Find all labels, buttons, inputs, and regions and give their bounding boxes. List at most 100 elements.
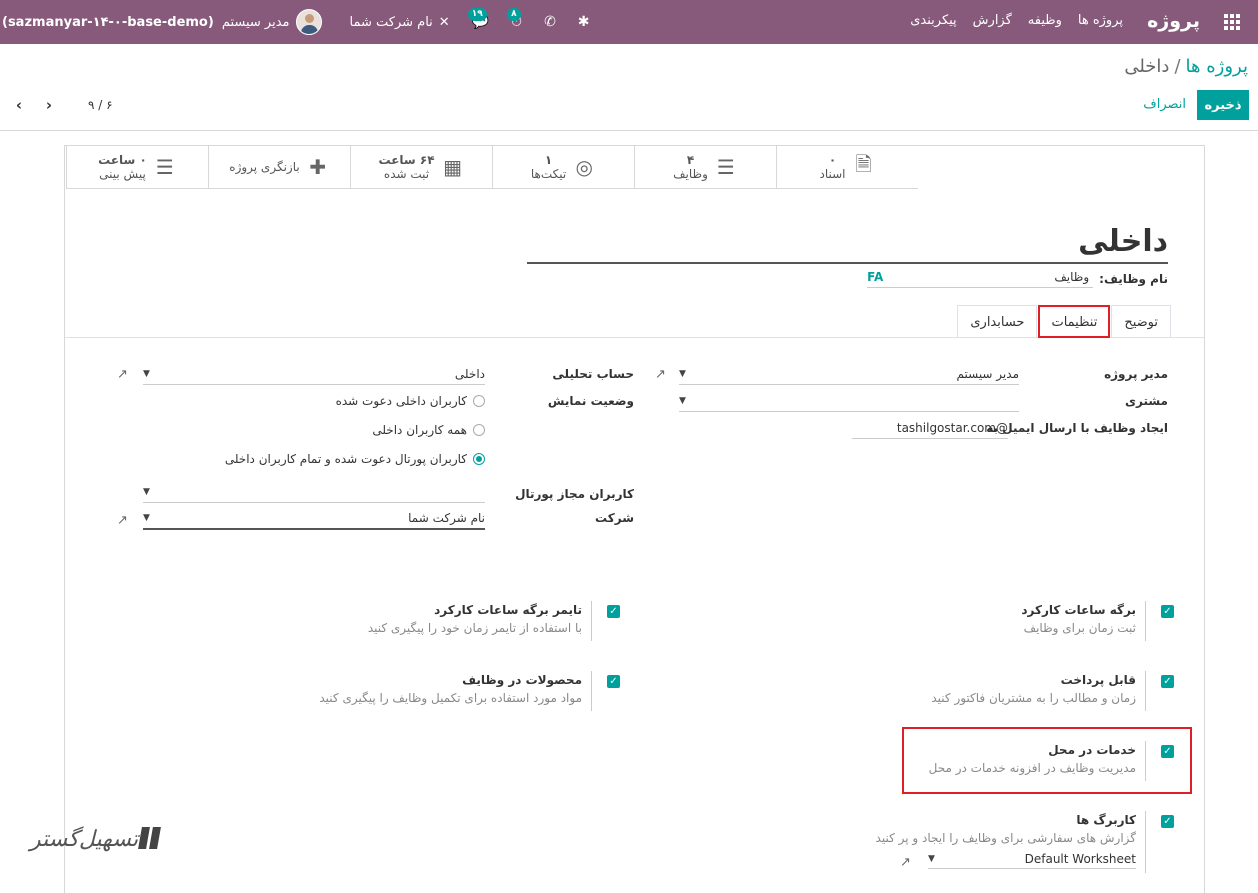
setting-title: برگه ساعات کارکرد xyxy=(1021,603,1136,617)
analytic-account-label: حساب تحلیلی xyxy=(552,367,634,381)
chevron-down-icon: ▼ xyxy=(679,368,686,379)
external-link-icon[interactable]: ↗ xyxy=(117,367,128,382)
project-manager-select[interactable]: مدیر سیستم ▼ xyxy=(679,363,1019,385)
portal-users-select[interactable]: ▼ xyxy=(143,481,485,503)
stat-value: ۴ xyxy=(686,153,695,167)
chevron-down-icon: ▼ xyxy=(143,486,150,497)
field-service-highlight xyxy=(902,727,1192,794)
tools-icon: ✕ xyxy=(438,14,450,30)
tasks-name-input[interactable]: وظایف FA xyxy=(867,270,1094,288)
visibility-option-all-internal[interactable]: همه کاربران داخلی xyxy=(372,423,485,437)
stat-button-tasks[interactable]: ☰ ۴ وظایف xyxy=(634,146,776,189)
tab-accounting[interactable]: حسابداری xyxy=(957,305,1038,338)
customer-select[interactable]: ▼ xyxy=(679,390,1019,412)
stat-button-timesheets[interactable]: ▦ ۶۴ ساعت ثبت شده xyxy=(350,146,492,189)
customer-label: مشتری xyxy=(1124,394,1168,408)
setting-title: قابل پرداخت xyxy=(1060,673,1136,687)
project-name-field[interactable]: داخلی xyxy=(527,224,1168,264)
checkbox-checked[interactable]: ✓ xyxy=(1161,605,1174,618)
external-link-icon[interactable]: ↗ xyxy=(655,367,666,382)
setting-timesheets: ✓ برگه ساعات کارکرد ثبت زمان برای وظایف xyxy=(914,601,1174,643)
stat-value: ۶۴ ساعت xyxy=(378,153,435,167)
save-button[interactable]: ذخیره xyxy=(1197,90,1249,120)
setting-title: کاربرگ ها xyxy=(1076,813,1136,827)
company-label: شرکت xyxy=(595,511,634,525)
document-icon: 🗎 xyxy=(855,152,872,176)
activity-clock-icon[interactable]: ⏱ ۸ xyxy=(507,8,522,30)
company-select[interactable]: نام شرکت شما ▼ xyxy=(143,508,485,530)
stat-button-box: 🗎 ۰ اسناد ☰ ۴ وظایف ◎ ۱ تیکت‌ها ▦ ۶۴ ساعت ثب… xyxy=(65,146,1204,189)
breadcrumb-current: داخلی xyxy=(1124,56,1170,77)
checkbox-checked[interactable]: ✓ xyxy=(1161,815,1174,828)
radio-button[interactable] xyxy=(473,424,485,436)
stat-value: ۱ xyxy=(544,153,553,167)
setting-timesheet-timer: ✓ تایمر برگه ساعات کارکرد با استفاده از … xyxy=(320,601,620,643)
app-brand[interactable]: پروژه xyxy=(1147,10,1200,32)
setting-description: زمان و مطالب را به مشتریان فاکتور کنید xyxy=(931,691,1136,705)
breadcrumb-projects[interactable]: پروژه ها xyxy=(1186,56,1248,77)
top-navbar: پروژه پروژه ها وظیفه گزارش پیکربندی (saz… xyxy=(0,0,1258,44)
watermark-logo-icon xyxy=(138,827,162,851)
discard-button[interactable]: انصراف xyxy=(1143,90,1186,120)
stat-label: بازنگری پروژه xyxy=(229,160,300,174)
setting-description: مواد مورد استفاده برای تکمیل وظایف را پی… xyxy=(319,691,582,705)
pager-previous-button[interactable]: ‹ xyxy=(8,95,30,115)
pager-value[interactable]: ۹ / ۶ xyxy=(88,98,113,112)
company-switcher[interactable]: نام شرکت شما ✕ xyxy=(350,15,450,30)
visibility-option-portal[interactable]: کاربران پورتال دعوت شده و تمام کاربران د… xyxy=(225,452,485,466)
stat-button-tickets[interactable]: ◎ ۱ تیکت‌ها xyxy=(492,146,634,189)
main-menu: پروژه ها وظیفه گزارش پیکربندی xyxy=(910,13,1123,28)
watermark: تسهیل‌گستر xyxy=(30,825,170,865)
messages-icon[interactable]: 💬 ۱۹ xyxy=(467,8,489,30)
debug-bug-icon[interactable]: ✱ xyxy=(578,14,590,30)
stat-label: اسناد xyxy=(819,167,846,181)
visibility-option-invited-internal[interactable]: کاربران داخلی دعوت شده xyxy=(336,394,485,408)
user-menu[interactable]: مدیر سیستم xyxy=(222,9,322,35)
stat-label: ثبت شده xyxy=(383,167,430,181)
pager-next-button[interactable]: › xyxy=(38,95,60,115)
chevron-down-icon: ▼ xyxy=(143,368,150,379)
external-link-icon[interactable]: ↗ xyxy=(900,855,911,870)
radio-button-selected[interactable] xyxy=(473,453,485,465)
stat-label: تیکت‌ها xyxy=(530,167,567,181)
tasks-name-label: نام وظایف: xyxy=(1099,272,1168,286)
checkbox-checked[interactable]: ✓ xyxy=(1161,675,1174,688)
setting-billable: ✓ قابل پرداخت زمان و مطالب را به مشتریان… xyxy=(874,671,1174,713)
tasks-name-row: نام وظایف: وظایف FA xyxy=(867,270,1168,288)
chevron-down-icon: ▼ xyxy=(928,853,935,864)
tab-divider xyxy=(65,337,1204,338)
company-value: نام شرکت شما xyxy=(408,511,485,525)
pager: ‹ › ۹ / ۶ xyxy=(8,95,113,115)
translate-button[interactable]: FA xyxy=(867,270,883,284)
stat-button-documents[interactable]: 🗎 ۰ اسناد xyxy=(776,146,918,189)
tab-settings[interactable]: تنظیمات xyxy=(1038,305,1111,338)
setting-title: تایمر برگه ساعات کارکرد xyxy=(434,603,582,617)
avatar xyxy=(295,9,322,35)
apps-menu-icon[interactable] xyxy=(1224,14,1240,30)
worksheet-template-select[interactable]: Default Worksheet ▼ xyxy=(928,849,1136,869)
menu-item-projects[interactable]: پروژه ها xyxy=(1078,13,1123,28)
radio-button[interactable] xyxy=(473,395,485,407)
menu-item-tasks[interactable]: وظیفه xyxy=(1028,13,1062,28)
menu-item-configuration[interactable]: پیکربندی xyxy=(910,13,956,28)
systray: (sazmanyar-۱۴-۰-base-demo) مدیر سیستم نا… xyxy=(0,0,590,44)
checkbox-checked[interactable]: ✓ xyxy=(607,675,620,688)
form-tabs: توضیح تنظیمات حسابداری xyxy=(956,305,1171,338)
puzzle-icon: ✚ xyxy=(309,155,327,179)
stat-button-forecast[interactable]: ☰ ۰ ساعت پیش بینی xyxy=(66,146,208,189)
breadcrumb-separator: / xyxy=(1174,56,1181,77)
external-link-icon[interactable]: ↗ xyxy=(117,513,128,528)
analytic-account-select[interactable]: داخلی ▼ xyxy=(143,363,485,385)
portal-users-label: کاربران مجاز پورتال xyxy=(515,487,634,501)
menu-item-reporting[interactable]: گزارش xyxy=(973,13,1012,28)
stat-label: وظایف xyxy=(673,167,708,181)
checkbox-checked[interactable]: ✓ xyxy=(607,605,620,618)
phone-icon[interactable]: ✆ xyxy=(544,14,556,30)
project-manager-label: مدیر پروژه xyxy=(1104,367,1168,381)
stat-value: ۰ xyxy=(828,153,837,167)
stat-button-project-update[interactable]: ✚ بازنگری پروژه xyxy=(208,146,350,189)
email-alias-input[interactable]: tashilgostar.com@ xyxy=(852,417,1008,439)
setting-description: ثبت زمان برای وظایف xyxy=(1023,621,1136,635)
tab-description[interactable]: توضیح xyxy=(1111,305,1171,338)
messages-badge: ۱۹ xyxy=(467,8,487,21)
